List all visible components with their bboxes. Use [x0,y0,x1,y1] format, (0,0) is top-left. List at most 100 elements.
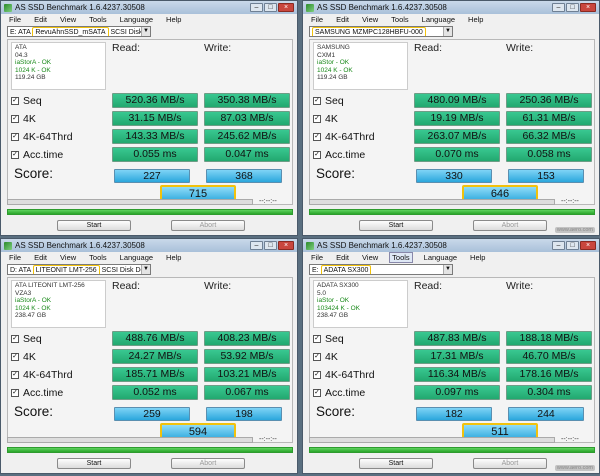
write-header: Write: [204,280,232,292]
menu-tools[interactable]: Tools [389,252,413,263]
4k-write-value: 53.92 MB/s [204,349,290,364]
checkbox-seq[interactable]: ✓ [313,97,321,105]
abort-button[interactable]: Abort [473,458,547,469]
checkbox-acctime[interactable]: ✓ [11,389,19,397]
menu-language[interactable]: Language [118,253,155,262]
minimize-icon[interactable]: – [552,241,565,250]
test-row-acctime: ✓ Acc.time [313,386,365,400]
device-prefix: E: ATA [10,29,31,36]
abort-button[interactable]: Abort [171,220,245,231]
4k64-write-value: 103.21 MB/s [204,367,290,382]
checkbox-4k64[interactable]: ✓ [313,371,321,379]
menu-edit[interactable]: Edit [32,253,49,262]
menu-edit[interactable]: Edit [334,253,351,262]
menu-view[interactable]: View [360,15,380,24]
close-icon[interactable]: × [580,3,596,12]
close-icon[interactable]: × [278,241,294,250]
score-label: Score: [316,166,356,181]
minimize-icon[interactable]: – [250,241,263,250]
chevron-down-icon[interactable]: ▼ [443,265,452,274]
maximize-icon[interactable]: □ [566,241,579,250]
checkbox-4k[interactable]: ✓ [11,115,19,123]
checkbox-seq[interactable]: ✓ [11,335,19,343]
drive-firmware: 5.0 [317,289,327,297]
driver-status: iaStor - OK [317,59,350,66]
checkbox-4k64[interactable]: ✓ [11,133,19,141]
start-button[interactable]: Start [359,220,433,231]
title-bar[interactable]: AS SSD Benchmark 1.6.4237.30508 – □ × [303,239,599,252]
start-button[interactable]: Start [57,458,131,469]
progress-bar-test [7,199,253,205]
menu-file[interactable]: File [7,15,23,24]
menu-file[interactable]: File [7,253,23,262]
checkbox-4k[interactable]: ✓ [313,115,321,123]
menu-view[interactable]: View [58,253,78,262]
checkbox-seq[interactable]: ✓ [313,335,321,343]
4k64-write-value: 66.32 MB/s [506,129,592,144]
menu-tools[interactable]: Tools [87,15,109,24]
abort-button[interactable]: Abort [473,220,547,231]
device-select[interactable]: E: ADATA SX300 ▼ [309,264,453,275]
title-bar[interactable]: AS SSD Benchmark 1.6.4237.30508 – □ × [1,239,297,252]
close-icon[interactable]: × [278,3,294,12]
write-header: Write: [204,42,232,54]
checkbox-4k64[interactable]: ✓ [11,371,19,379]
elapsed-timer: --:--:-- [259,436,277,443]
seq-read-value: 520.36 MB/s [112,93,198,108]
menu-help[interactable]: Help [164,253,183,262]
title-bar[interactable]: AS SSD Benchmark 1.6.4237.30508 – □ × [303,1,599,14]
chevron-down-icon[interactable]: ▼ [443,27,452,36]
menu-edit[interactable]: Edit [32,15,49,24]
menu-help[interactable]: Help [466,15,485,24]
drive-model: ATA [15,44,27,51]
drive-info: SAMSUNG CXM1 iaStor - OK 1024 K - OK 119… [313,42,408,90]
start-button[interactable]: Start [57,220,131,231]
device-select[interactable]: SAMSUNG MZMPC128HBFU-000 ▼ [309,26,453,37]
minimize-icon[interactable]: – [250,3,263,12]
menu-tools[interactable]: Tools [389,15,411,24]
menu-view[interactable]: View [58,15,78,24]
checkbox-acctime[interactable]: ✓ [313,151,321,159]
maximize-icon[interactable]: □ [264,241,277,250]
menu-tools[interactable]: Tools [87,253,109,262]
acctime-read-value: 0.097 ms [414,385,500,400]
menu-language[interactable]: Language [420,15,457,24]
abort-button[interactable]: Abort [171,458,245,469]
menu-view[interactable]: View [360,253,380,262]
menu-language[interactable]: Language [422,253,459,262]
start-button[interactable]: Start [359,458,433,469]
device-select[interactable]: D: ATA LITEONIT LMT-256 SCSI Disk Device… [7,264,151,275]
progress-bar-total [309,209,595,215]
menu-help[interactable]: Help [164,15,183,24]
menu-file[interactable]: File [309,253,325,262]
minimize-icon[interactable]: – [552,3,565,12]
menu-help[interactable]: Help [468,253,487,262]
checkbox-4k64[interactable]: ✓ [313,133,321,141]
drive-firmware: 04.3 [15,51,28,59]
4k-write-value: 61.31 MB/s [506,111,592,126]
menu-file[interactable]: File [309,15,325,24]
checkbox-acctime[interactable]: ✓ [11,151,19,159]
checkbox-acctime[interactable]: ✓ [313,389,321,397]
test-label: Seq [325,333,344,345]
checkbox-4k[interactable]: ✓ [313,353,321,361]
maximize-icon[interactable]: □ [566,3,579,12]
acctime-write-value: 0.058 ms [506,147,592,162]
menu-bar: File Edit View Tools Language Help [303,14,599,25]
4k-read-value: 19.19 MB/s [414,111,500,126]
test-label: Acc.time [23,387,64,399]
maximize-icon[interactable]: □ [264,3,277,12]
menu-edit[interactable]: Edit [334,15,351,24]
test-label: 4K [325,351,338,363]
chevron-down-icon[interactable]: ▼ [141,27,150,36]
menu-language[interactable]: Language [118,15,155,24]
chevron-down-icon[interactable]: ▼ [141,265,150,274]
close-icon[interactable]: × [580,241,596,250]
device-select[interactable]: E: ATA RevuAhnSSD_mSATA SCSI Disk Devi ▼ [7,26,151,37]
test-row-seq: ✓ Seq [11,332,42,346]
checkbox-seq[interactable]: ✓ [11,97,19,105]
test-row-4k: ✓ 4K [11,112,36,126]
title-bar[interactable]: AS SSD Benchmark 1.6.4237.30508 – □ × [1,1,297,14]
checkbox-4k[interactable]: ✓ [11,353,19,361]
test-row-4k64: ✓ 4K-64Thrd [313,130,375,144]
